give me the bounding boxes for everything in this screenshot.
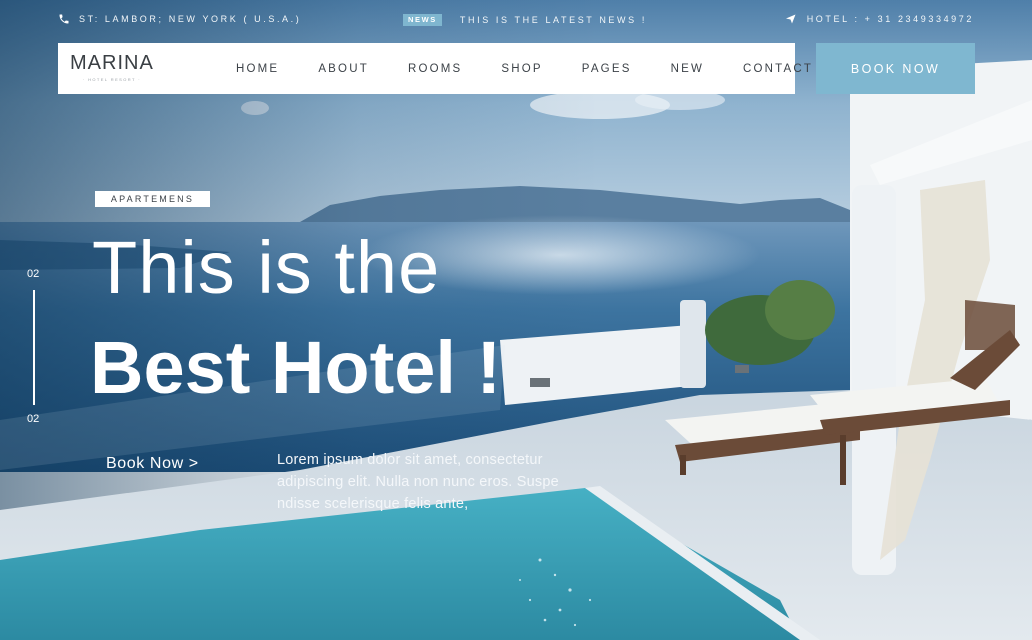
news-badge: NEWS [403,14,442,26]
nav-item-about[interactable]: ABOUT [318,63,369,75]
nav-item-home[interactable]: HOME [236,63,279,75]
top-hotel-phone: HOTEL : + 31 2349334972 [785,13,974,25]
top-address: ST: LAMBOR; NEW YORK ( U.S.A.) [58,13,301,25]
nav-item-shop[interactable]: SHOP [501,63,542,75]
news-text[interactable]: THIS IS THE LATEST NEWS ! [460,15,647,25]
hero-photo [0,0,1032,640]
main-navigation: MARINA · HOTEL RESORT · HOME ABOUT ROOMS… [58,43,811,94]
nav-item-rooms[interactable]: ROOMS [408,63,462,75]
address-text: ST: LAMBOR; NEW YORK ( U.S.A.) [79,14,302,24]
logo[interactable]: MARINA · HOTEL RESORT · [70,51,154,82]
nav-item-pages[interactable]: PAGES [582,63,632,75]
hero-background-image [0,0,1032,640]
slide-total-number[interactable]: 02 [27,413,39,425]
nav-item-contact[interactable]: CONTACT [743,63,813,75]
hero-title-line1: This is the [92,226,441,309]
nav-menu: HOME ABOUT ROOMS SHOP PAGES NEW CONTACT [236,43,852,94]
slide-progress-line [33,290,35,405]
hotel-phone-text: HOTEL : + 31 2349334972 [806,14,974,24]
nav-item-new[interactable]: NEW [671,63,704,75]
paper-plane-icon [785,13,797,25]
hero-title-line2: Best Hotel ! [90,326,502,409]
top-info-bar: ST: LAMBOR; NEW YORK ( U.S.A.) NEWS THIS… [0,0,1032,40]
book-now-button[interactable]: BOOK NOW [816,43,975,94]
phone-icon [58,13,70,25]
hero-description: Lorem ipsum dolor sit amet, consectetur … [277,452,559,512]
logo-subtitle: · HOTEL RESORT · [82,77,141,82]
slide-current-number[interactable]: 02 [27,268,39,280]
logo-name: MARINA [70,52,154,74]
category-tag[interactable]: APARTEMENS [95,191,210,207]
news-ticker[interactable]: NEWS THIS IS THE LATEST NEWS ! [403,14,647,26]
hero-book-now-link[interactable]: Book Now > [106,455,199,473]
